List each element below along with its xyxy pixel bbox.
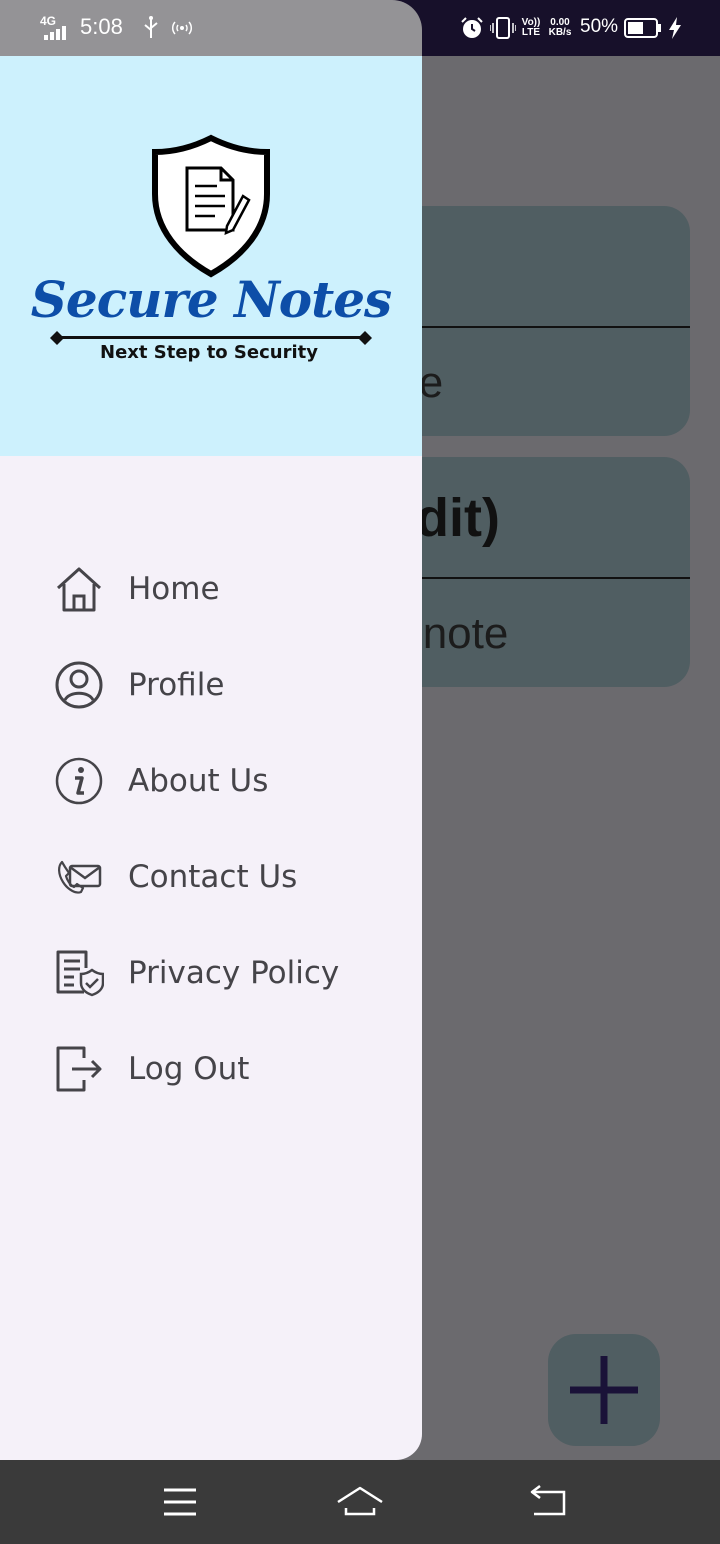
- volte-indicator: Vo)) LTE: [521, 17, 541, 38]
- recent-apps-button[interactable]: [150, 1478, 210, 1526]
- status-bar: 4G 5:08 Vo)) LTE 0.00 KB/s 50%: [0, 0, 720, 56]
- alarm-icon: [461, 17, 483, 38]
- menu-item-log-out[interactable]: Log Out: [0, 1033, 422, 1105]
- back-icon: [530, 1485, 566, 1516]
- menu-label: Profile: [128, 667, 225, 703]
- menu-icon: [164, 1488, 196, 1516]
- drawer-header: Secure Notes Next Step to Security: [0, 56, 422, 456]
- menu-item-privacy-policy[interactable]: Privacy Policy: [0, 937, 422, 1009]
- add-note-button: [548, 1334, 660, 1446]
- home-icon: [56, 567, 102, 612]
- hotspot-icon: [171, 21, 193, 35]
- contact-icon: [58, 860, 102, 894]
- battery-icon: [624, 18, 661, 38]
- plus-icon: [570, 1356, 638, 1424]
- back-nav-button[interactable]: [518, 1478, 578, 1526]
- privacy-policy-icon: [56, 950, 104, 997]
- shield-document-icon: [152, 134, 270, 278]
- network-speed: 0.00 KB/s: [548, 17, 572, 38]
- app-logo-tagline: Next Step to Security: [100, 342, 318, 363]
- menu-item-about-us[interactable]: About Us: [0, 745, 422, 817]
- menu-item-contact-us[interactable]: Contact Us: [0, 841, 422, 913]
- menu-label: Contact Us: [128, 859, 298, 895]
- charging-icon: [669, 17, 681, 39]
- battery-percent: 50%: [580, 16, 619, 37]
- status-time: 5:08: [80, 14, 123, 39]
- home-nav-icon: [337, 1486, 383, 1516]
- menu-label: Home: [128, 571, 220, 607]
- system-nav-bar: [0, 1460, 720, 1544]
- menu-label: About Us: [128, 763, 269, 799]
- menu-item-home[interactable]: Home: [0, 553, 422, 625]
- app-logo-title: Secure Notes: [30, 270, 392, 329]
- navigation-drawer: Secure Notes Next Step to Security Home …: [0, 56, 422, 1460]
- usb-icon: [144, 16, 158, 38]
- profile-icon: [55, 661, 103, 709]
- vibrate-icon: [490, 17, 516, 39]
- logo-underline: [56, 336, 368, 339]
- home-nav-button[interactable]: [330, 1478, 390, 1526]
- menu-label: Privacy Policy: [128, 955, 340, 991]
- info-icon: [55, 757, 103, 805]
- menu-item-profile[interactable]: Profile: [0, 649, 422, 721]
- logout-icon: [56, 1046, 102, 1092]
- signal-icon: [44, 26, 66, 40]
- menu-label: Log Out: [128, 1051, 250, 1087]
